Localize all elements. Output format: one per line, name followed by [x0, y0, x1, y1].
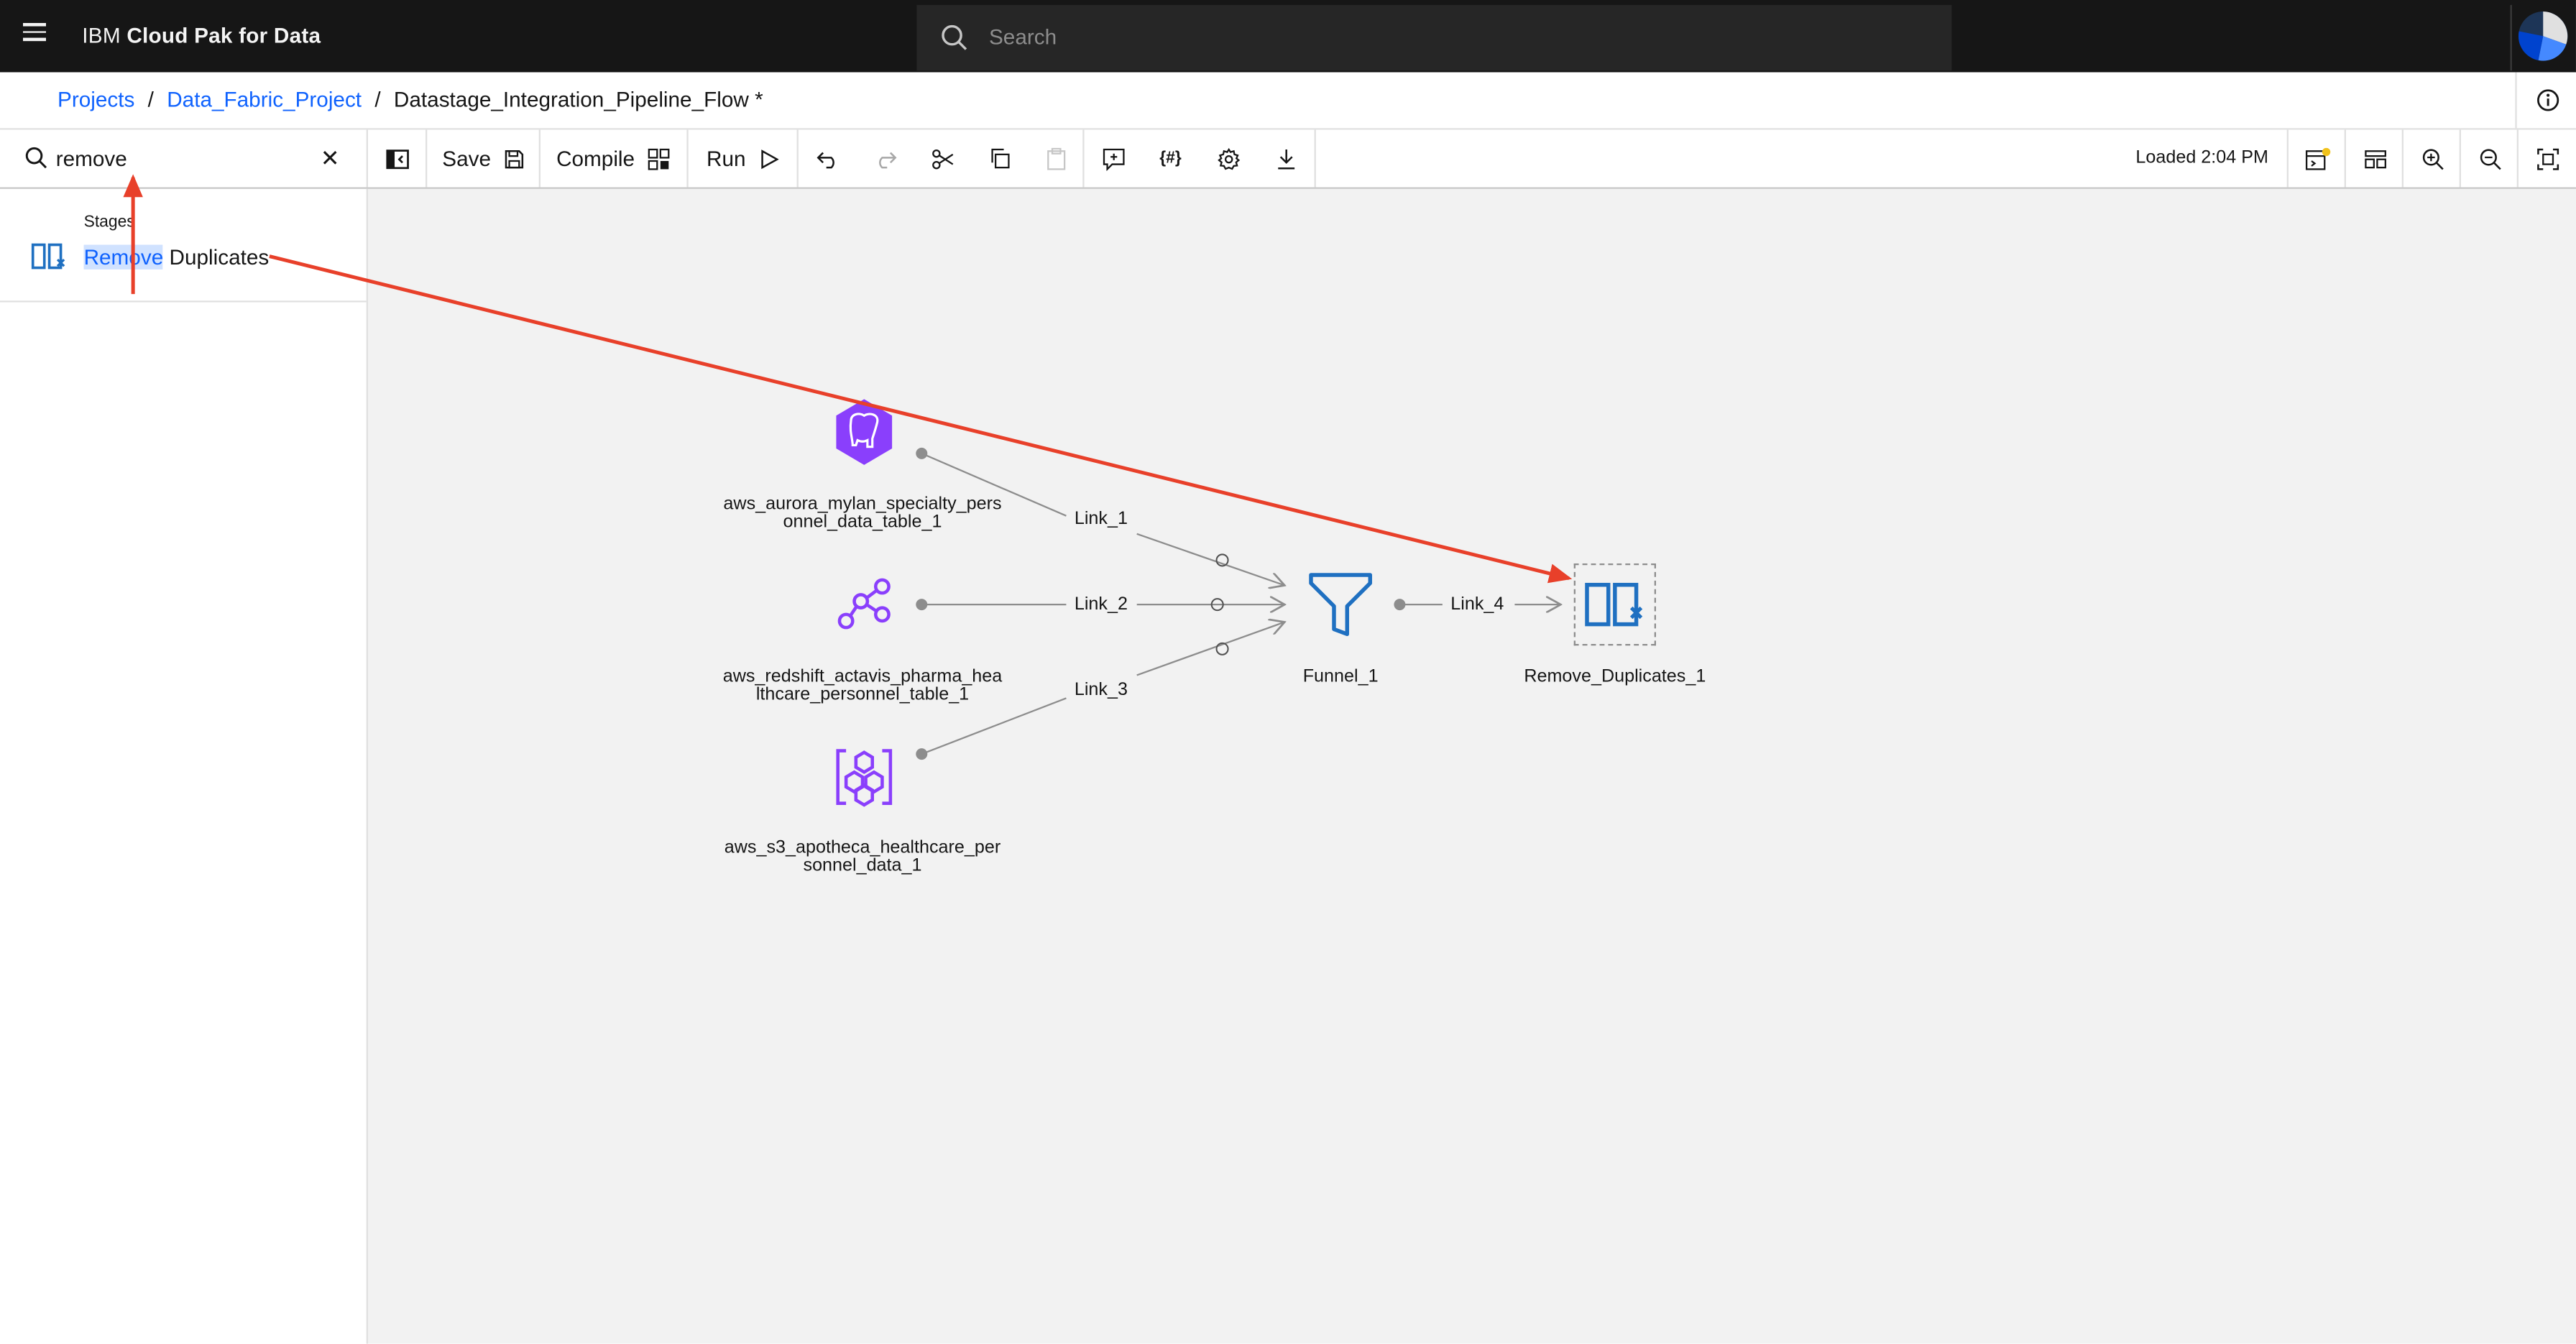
download-button[interactable] — [1257, 129, 1316, 188]
save-button[interactable]: Save — [427, 129, 540, 188]
copy-button[interactable] — [971, 130, 1029, 188]
scissors-icon — [931, 148, 953, 169]
undo-button[interactable] — [799, 130, 856, 188]
palette-category-title: Stages — [83, 213, 135, 232]
gear-icon — [1217, 147, 1240, 170]
compile-button[interactable]: Compile — [540, 129, 689, 188]
node-aurora-label: aws_aurora_mylan_specialty_pers onnel_da… — [673, 494, 1052, 533]
play-icon — [761, 149, 779, 169]
stage-palette: Stages Remove Duplicates — [0, 188, 368, 1344]
close-icon[interactable]: ✕ — [321, 144, 340, 172]
arrange-layout-button[interactable] — [2344, 129, 2404, 188]
download-icon — [1277, 148, 1294, 169]
product-name[interactable]: IBM Cloud Pak for Data — [82, 23, 321, 47]
cut-button[interactable] — [914, 130, 971, 188]
search-icon — [25, 147, 47, 169]
link-label-2[interactable]: Link_2 — [1074, 594, 1128, 615]
global-search-placeholder: Search — [988, 24, 1057, 50]
palette-search-input[interactable] — [55, 142, 303, 172]
brand-name: Cloud Pak for Data — [126, 22, 321, 48]
redshift-icon — [837, 578, 891, 630]
node-remove-duplicates-label: Remove_Duplicates_1 — [1524, 666, 1706, 687]
palette-item-label: Remove Duplicates — [83, 244, 270, 270]
node-funnel-label: Funnel_1 — [1302, 666, 1379, 687]
compile-label: Compile — [556, 146, 635, 171]
info-icon — [2537, 89, 2559, 111]
breadcrumb-separator: / — [147, 87, 154, 112]
breadcrumb: Projects / Data_Fabric_Project / Datastage_I… — [58, 87, 763, 111]
panel-toggle-icon — [385, 149, 408, 169]
search-match-highlight: Remove — [83, 244, 164, 270]
link-label-3[interactable]: Link_3 — [1074, 680, 1128, 700]
toggle-palette-button[interactable] — [368, 129, 428, 188]
node-s3[interactable] — [833, 744, 896, 809]
zoom-in-icon — [2421, 148, 2443, 170]
breadcrumb-project[interactable]: Data_Fabric_Project — [167, 87, 362, 111]
calendar-icon — [2304, 147, 2330, 170]
fit-to-screen-button[interactable] — [2516, 129, 2576, 188]
funnel-icon — [1309, 573, 1373, 637]
brand-prefix: IBM — [82, 22, 121, 48]
settings-button[interactable] — [1200, 130, 1257, 188]
palette-item-remove-duplicates[interactable]: Remove Duplicates — [0, 235, 367, 303]
parameters-icon: {#} — [1159, 149, 1182, 168]
flow-links-layer — [916, 447, 2576, 760]
breadcrumb-separator: / — [374, 87, 381, 112]
node-remove-duplicates[interactable] — [1573, 563, 1656, 646]
redo-button[interactable] — [856, 130, 914, 188]
zoom-in-button[interactable] — [2401, 129, 2461, 188]
zoom-out-icon — [2479, 148, 2501, 170]
link-label-4[interactable]: Link_4 — [1450, 594, 1504, 615]
node-redshift-label-line2: lthcare_personnel_table_1 — [755, 685, 970, 705]
node-aurora-label-line2: onnel_data_table_1 — [783, 512, 942, 533]
add-comment-icon — [1102, 147, 1124, 170]
info-button[interactable] — [2515, 72, 2576, 129]
layout-icon — [2364, 149, 2386, 168]
palette-search: ✕ — [0, 129, 368, 188]
breadcrumb-bar: Projects / Data_Fabric_Project / Datastage_I… — [0, 72, 2576, 130]
compile-icon — [648, 147, 671, 170]
global-search[interactable]: Search — [916, 4, 1952, 71]
paste-icon — [1046, 147, 1065, 170]
avatar[interactable] — [2518, 11, 2568, 61]
add-comment-button[interactable] — [1085, 130, 1142, 188]
node-aurora[interactable] — [832, 396, 897, 469]
paste-button[interactable] — [1029, 129, 1085, 188]
node-s3-label: aws_s3_apotheca_healthcare_per sonnel_da… — [673, 839, 1052, 875]
redo-icon — [878, 151, 896, 168]
copy-icon — [991, 148, 1010, 169]
remove-duplicates-icon — [31, 243, 65, 270]
user-menu[interactable] — [2510, 4, 2576, 71]
top-header: IBM Cloud Pak for Data Search — [0, 0, 2576, 73]
remove-duplicates-icon — [1585, 582, 1643, 627]
undo-icon — [816, 151, 834, 168]
node-redshift-label-line1: aws_redshift_actavis_pharma_hea — [722, 666, 1003, 687]
search-icon — [942, 24, 967, 50]
link-label-1[interactable]: Link_1 — [1074, 509, 1128, 529]
node-aurora-label-line1: aws_aurora_mylan_specialty_pers — [723, 494, 1002, 515]
breadcrumb-current-flow: Datastage_Integration_Pipeline_Flow * — [393, 87, 763, 112]
node-s3-label-line1: aws_s3_apotheca_healthcare_per — [724, 837, 1001, 858]
s3-bucket-icon — [836, 749, 893, 807]
load-status: Loaded 2:04 PM — [2135, 147, 2268, 168]
node-redshift-label: aws_redshift_actavis_pharma_hea lthcare_… — [673, 668, 1052, 704]
palette-item-label-rest: Duplicates — [163, 244, 270, 270]
node-funnel[interactable] — [1307, 570, 1373, 639]
zoom-out-button[interactable] — [2459, 129, 2518, 188]
avatar-icon — [2518, 11, 2568, 61]
fit-to-screen-icon — [2536, 147, 2558, 170]
schedule-button[interactable] — [2286, 129, 2346, 188]
hamburger-menu-icon[interactable] — [17, 18, 52, 54]
postgres-elephant-icon — [836, 399, 893, 465]
run-label: Run — [706, 146, 746, 171]
run-button[interactable]: Run — [689, 129, 799, 188]
save-icon — [505, 149, 523, 168]
node-s3-label-line2: sonnel_data_1 — [803, 855, 922, 876]
breadcrumb-projects[interactable]: Projects — [58, 87, 134, 111]
flow-toolbar: ✕ Save Compile Run — [0, 129, 2576, 189]
save-label: Save — [442, 146, 491, 171]
node-redshift[interactable] — [834, 575, 893, 634]
parameters-button[interactable]: {#} — [1142, 130, 1200, 188]
flow-canvas[interactable]: aws_aurora_mylan_specialty_pers onnel_da… — [367, 188, 2576, 1344]
